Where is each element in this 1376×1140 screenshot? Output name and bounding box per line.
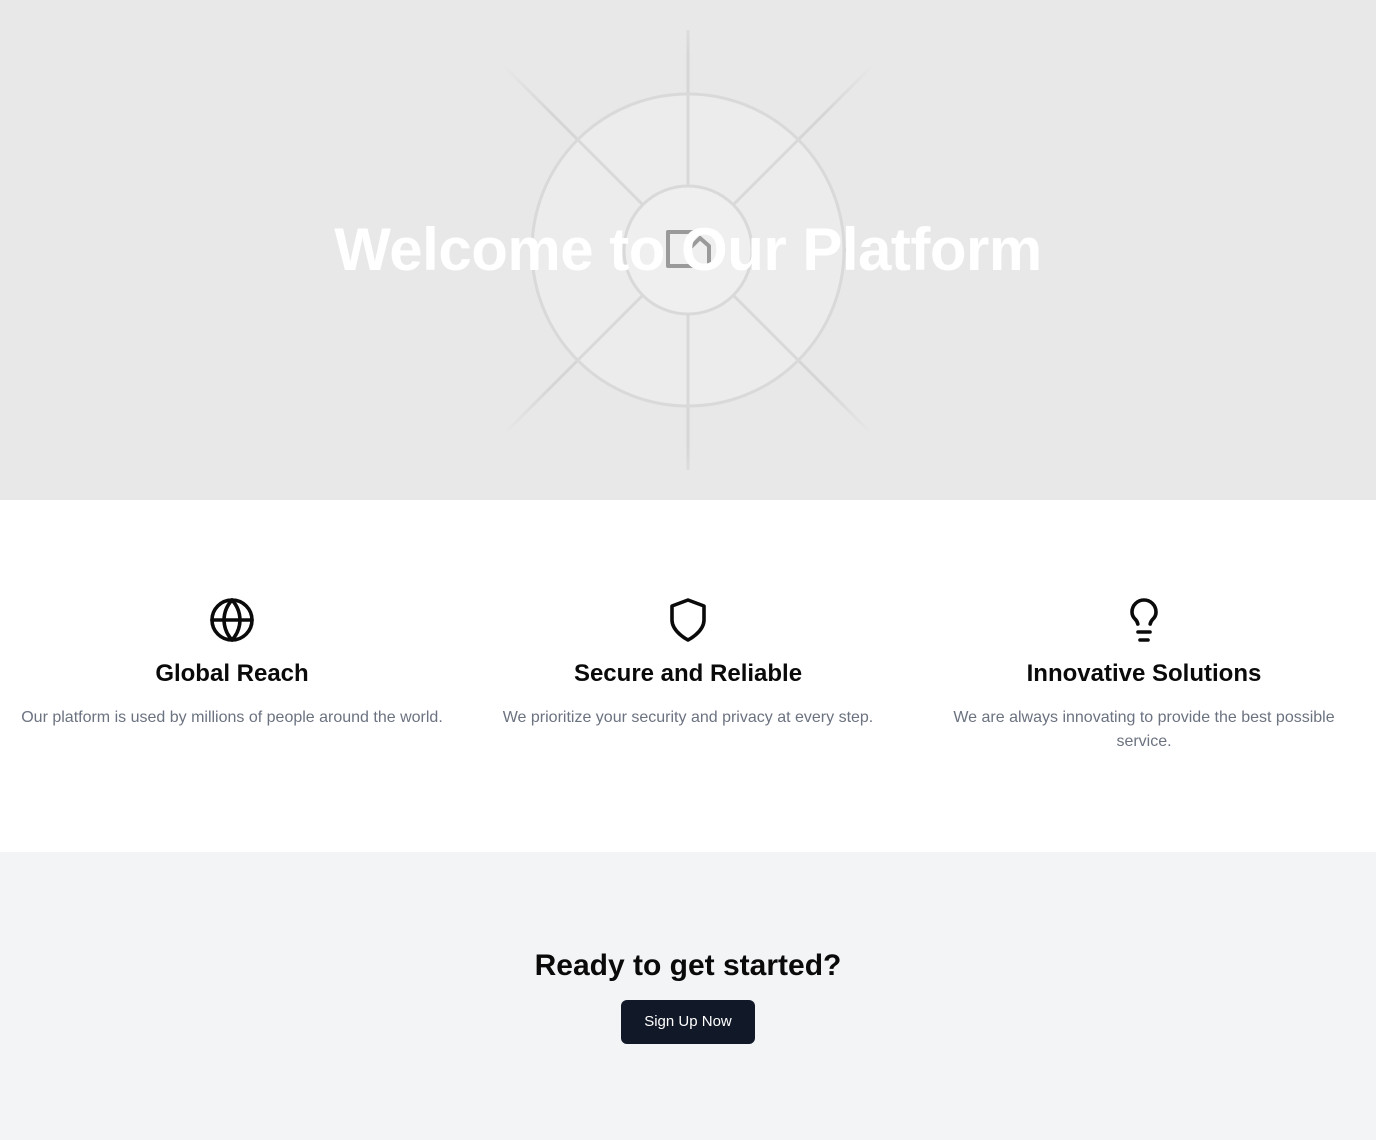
shield-icon: [670, 598, 706, 642]
feature-card-secure-reliable: Secure and Reliable We prioritize your s…: [476, 596, 900, 730]
feature-card-innovative-solutions: Innovative Solutions We are always innov…: [932, 596, 1356, 754]
feature-description: We are always innovating to provide the …: [953, 709, 1335, 750]
sign-up-button[interactable]: Sign Up Now: [621, 1000, 755, 1044]
lightbulb-icon: [1130, 598, 1158, 642]
feature-card-global-reach: Global Reach Our platform is used by mil…: [20, 596, 444, 730]
feature-title: Secure and Reliable: [573, 660, 803, 687]
feature-title: Global Reach: [155, 660, 309, 687]
hero-section: Welcome to Our Platform: [0, 0, 1376, 500]
cta-section: Ready to get started? Sign Up Now: [0, 852, 1376, 1140]
features-section: Global Reach Our platform is used by mil…: [0, 500, 1376, 852]
feature-title: Innovative Solutions: [1026, 660, 1262, 687]
hero-title: Welcome to Our Platform: [334, 216, 1042, 283]
feature-description: We prioritize your security and privacy …: [502, 709, 874, 726]
globe-icon: [210, 598, 254, 642]
feature-description: Our platform is used by millions of peop…: [21, 709, 443, 726]
cta-heading: Ready to get started?: [534, 949, 842, 982]
